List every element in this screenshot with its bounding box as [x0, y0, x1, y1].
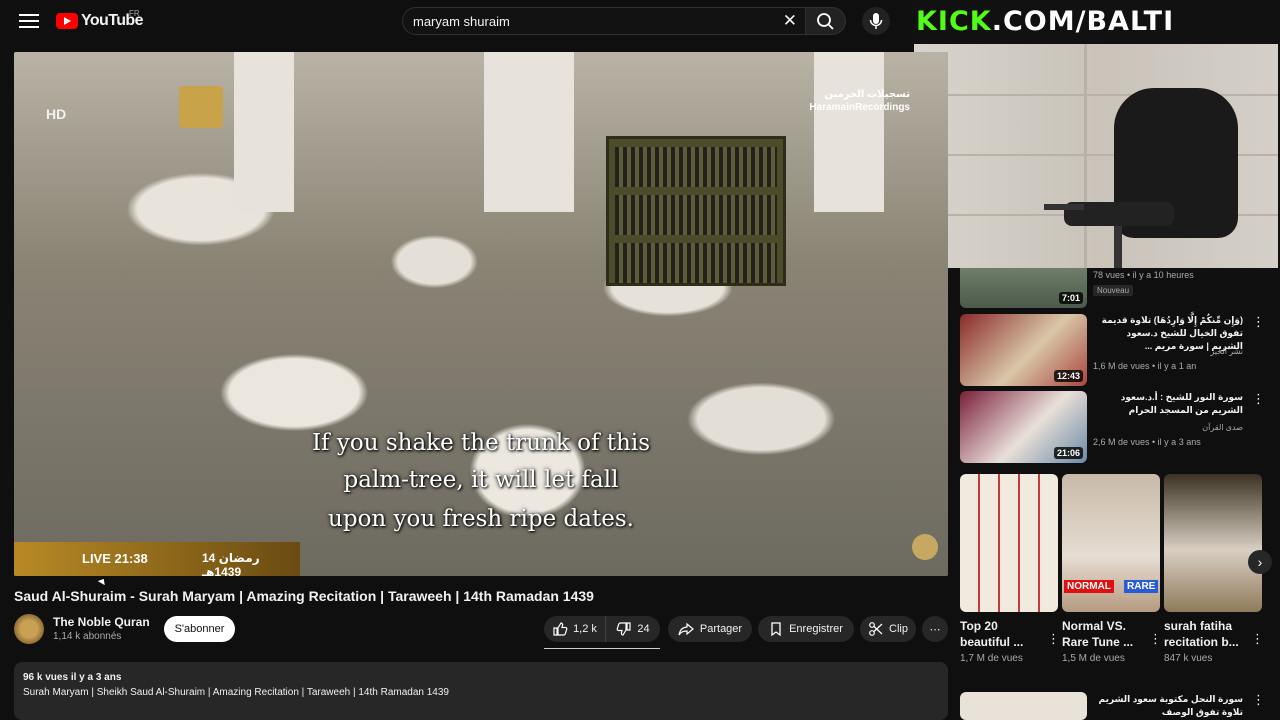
more-actions-button[interactable]: ⋯ [922, 616, 948, 642]
streamer-webcam-overlay: KICK.COM/BALTI [912, 0, 1280, 272]
hijri-date: 14 رمضان 1439هـ [202, 551, 260, 576]
thumbs-up-icon [553, 622, 568, 636]
logo-region: FR [129, 9, 140, 18]
shorts-title[interactable]: Normal VS. Rare Tune ... [1062, 618, 1146, 650]
bookshelf [606, 136, 786, 286]
voice-search-button[interactable] [862, 7, 890, 35]
recommended-video[interactable]: 21:06 سورة النور للشيخ : أ.د.سعود الشريم… [960, 391, 1270, 463]
live-label: LIVE 21:38 [82, 551, 148, 566]
search-button[interactable] [806, 7, 846, 35]
video-thumbnail[interactable]: 21:06 [960, 391, 1087, 463]
webcam-feed [914, 44, 1278, 268]
clip-label: Clip [889, 623, 908, 635]
more-icon: ⋯ [929, 623, 941, 636]
shorts-card[interactable]: Top 20 beautiful ... 1,7 M de vues ⋮ [960, 474, 1060, 664]
bookmark-icon [771, 622, 781, 637]
search-query[interactable]: maryam shuraim [413, 14, 510, 29]
view-count-and-age: 96 k vues il y a 3 ans [23, 672, 122, 683]
dislike-count: 24 [637, 623, 650, 635]
more-options-icon[interactable]: ⋮ [1251, 631, 1264, 647]
youtube-logo[interactable]: YouTube FR [56, 9, 143, 30]
dislike-button[interactable]: 24 [606, 616, 660, 642]
shorts-title[interactable]: surah fatiha recitation b... [1164, 618, 1248, 650]
watermark-english: HaramainRecordings [809, 102, 910, 113]
video-duration: 21:06 [1053, 447, 1083, 459]
more-options-icon[interactable]: ⋮ [1252, 692, 1265, 708]
share-icon [678, 622, 694, 636]
recommended-video[interactable]: 12:43 (وَإِن مِّنكُمْ إِلَّا وَارِدُهَا)… [960, 314, 1270, 386]
hd-channel-mark: HD [46, 106, 67, 122]
microphone-icon [869, 13, 883, 29]
clear-search-icon[interactable]: ✕ [783, 11, 797, 31]
video-duration: 12:43 [1053, 370, 1083, 382]
mouse-cursor-icon [97, 576, 108, 586]
subscriber-count: 1,14 k abonnés [53, 631, 122, 642]
recommended-video[interactable]: 7:01 78 vues • il y a 10 heures Nouveau [960, 268, 1270, 308]
channel-avatar[interactable] [14, 614, 44, 644]
video-title: Saud Al-Shuraim - Surah Maryam | Amazing… [14, 588, 594, 604]
shorts-thumbnail[interactable] [960, 474, 1058, 612]
shorts-card[interactable]: surah fatiha recitation b... 847 k vues … [1164, 474, 1264, 664]
more-options-icon[interactable]: ⋮ [1252, 314, 1265, 330]
more-options-icon[interactable]: ⋮ [1252, 391, 1265, 407]
like-count: 1,2 k [573, 623, 597, 635]
like-dislike-group: 1,2 k 24 [544, 616, 660, 642]
shorts-title[interactable]: Top 20 beautiful ... [960, 618, 1044, 650]
saudi-emblem-icon [179, 86, 223, 128]
shorts-views: 1,7 M de vues [960, 653, 1023, 664]
shorts-views: 1,5 M de vues [1062, 653, 1125, 664]
video-player[interactable]: HD تسجيلات الحرمين HaramainRecordings If… [14, 52, 948, 576]
live-time-banner: LIVE 21:38 14 رمضان 1439هـ [14, 542, 300, 576]
haramain-watermark: تسجيلات الحرمين HaramainRecordings [809, 88, 910, 114]
search-input[interactable]: maryam shuraim ✕ [402, 7, 806, 35]
description-text: Surah Maryam | Sheikh Saud Al-Shuraim | … [23, 687, 449, 698]
normal-label: NORMAL [1064, 580, 1114, 593]
video-stats: 78 vues • il y a 10 heures [1093, 270, 1194, 280]
subscribe-button[interactable]: S'abonner [164, 616, 235, 642]
like-button[interactable]: 1,2 k [544, 616, 606, 642]
channel-name[interactable]: صدى القرآن [1093, 423, 1243, 432]
search-icon [817, 13, 834, 30]
kick-url-banner: KICK.COM/BALTI [916, 6, 1174, 37]
share-button[interactable]: Partager [668, 616, 752, 642]
more-options-icon[interactable]: ⋮ [1047, 631, 1060, 647]
shorts-thumbnail[interactable]: NORMAL RARE [1062, 474, 1160, 612]
shorts-card[interactable]: NORMAL RARE Normal VS. Rare Tune ... 1,5… [1062, 474, 1162, 664]
share-label: Partager [699, 623, 743, 635]
menu-icon[interactable] [18, 11, 40, 31]
recommended-video[interactable]: سورة النحل مكتوبة سعود الشريم تلاوة تفوق… [960, 692, 1270, 720]
video-thumbnail[interactable]: 12:43 [960, 314, 1087, 386]
like-ratio-bar [544, 648, 660, 649]
subtitle-line-2: palm-tree, it will let fall [343, 467, 619, 493]
new-badge: Nouveau [1093, 285, 1134, 296]
scissors-icon [869, 622, 883, 636]
kick-channel: .COM/BALTI [991, 6, 1175, 37]
shorts-thumbnail[interactable] [1164, 474, 1262, 612]
more-options-icon[interactable]: ⋮ [1149, 631, 1162, 647]
chevron-right-icon[interactable]: › [1248, 550, 1272, 574]
video-stats: 2,6 M de vues • il y a 3 ans [1093, 437, 1201, 447]
kick-brand: KICK [916, 6, 992, 37]
youtube-play-icon [56, 13, 78, 29]
rare-label: RARE [1124, 580, 1159, 593]
video-stats: 1,6 M de vues • il y a 1 an [1093, 361, 1197, 371]
subtitle-line-3: upon you fresh ripe dates. [328, 506, 634, 532]
watermark-arabic: تسجيلات الحرمين [824, 89, 910, 100]
video-thumbnail[interactable] [960, 692, 1087, 720]
shorts-views: 847 k vues [1164, 653, 1213, 664]
video-title[interactable]: سورة النحل مكتوبة سعود الشريم تلاوة تفوق… [1093, 693, 1243, 719]
save-button[interactable]: Enregistrer [758, 616, 854, 642]
channel-name[interactable]: نشر الخير [1093, 347, 1243, 356]
video-title[interactable]: سورة النور للشيخ : أ.د.سعود الشريم من ال… [1093, 391, 1243, 417]
subtitle-line-1: If you shake the trunk of this [311, 430, 651, 456]
clip-button[interactable]: Clip [860, 616, 916, 642]
thumbs-down-icon [616, 622, 631, 636]
corner-logo-icon [912, 534, 938, 560]
description-box[interactable]: 96 k vues il y a 3 ans Surah Maryam | Sh… [14, 662, 948, 720]
video-duration: 7:01 [1058, 292, 1083, 304]
save-label: Enregistrer [789, 623, 843, 635]
channel-name[interactable]: The Noble Quran [53, 615, 150, 629]
video-thumbnail[interactable]: 7:01 [960, 268, 1087, 308]
